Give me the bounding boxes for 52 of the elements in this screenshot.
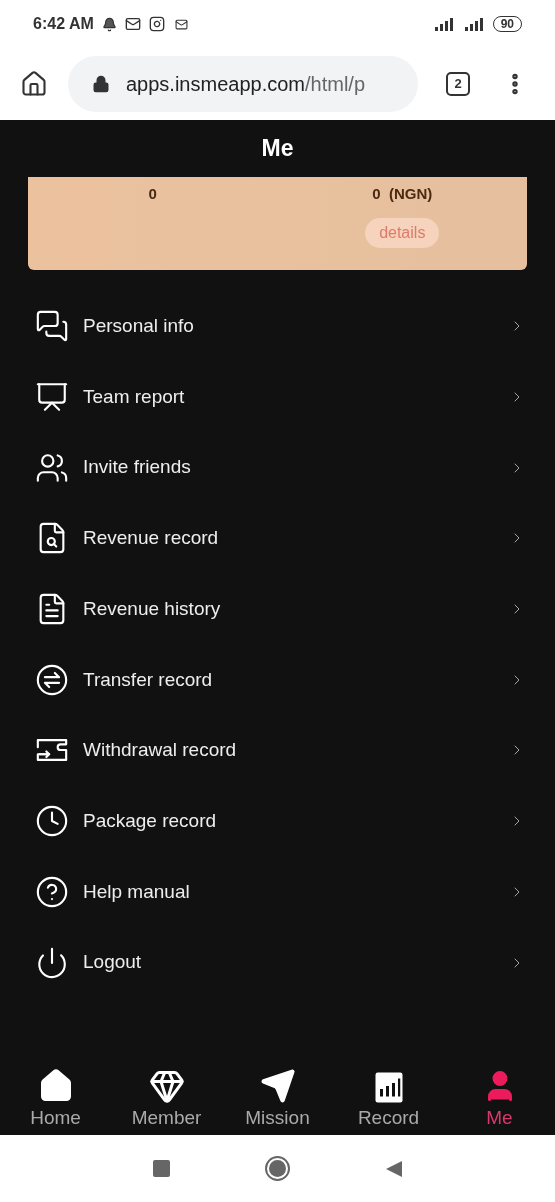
balance-value: 0 (NGN) — [372, 184, 433, 204]
menu-label: Withdrawal record — [83, 738, 238, 763]
menu-label: Transfer record — [83, 667, 214, 692]
nav-tab[interactable]: Me — [444, 1055, 555, 1132]
camera-app-icon — [148, 16, 165, 32]
menu-item[interactable]: Help manual — [0, 856, 555, 928]
paper-plane-icon — [259, 1067, 296, 1104]
nav-label: Me — [486, 1105, 513, 1130]
nav-tab[interactable]: Home — [0, 1055, 111, 1132]
nav-label: Record — [357, 1105, 420, 1130]
menu-item[interactable]: Invite friends — [0, 432, 555, 504]
clock-icon — [35, 804, 69, 839]
menu-label: Revenue history — [83, 596, 222, 621]
url-text: apps.insmeapp.com/html/p — [126, 72, 365, 97]
nav-label: Home — [30, 1105, 81, 1130]
tab-count-button[interactable]: 2 — [446, 72, 470, 96]
menu-item[interactable]: Withdrawal record — [0, 715, 555, 786]
menu-label: Logout — [83, 950, 143, 975]
mail-icon — [124, 16, 141, 32]
menu-item[interactable]: Transfer record — [0, 644, 555, 716]
power-icon — [35, 945, 69, 980]
menu-label: Team report — [83, 384, 186, 409]
nav-label: Member — [131, 1105, 202, 1130]
address-bar[interactable]: apps.insmeapp.com/html/p — [68, 56, 418, 112]
nav-label: Mission — [245, 1105, 310, 1130]
nav-tab[interactable]: Record — [333, 1055, 444, 1132]
menu-item[interactable]: Team report — [0, 361, 555, 433]
menu-item[interactable]: Revenue record — [0, 503, 555, 574]
home-icon[interactable] — [20, 70, 48, 98]
speech-bubbles-icon — [35, 309, 69, 344]
page-title: Me — [261, 134, 294, 164]
menu-item[interactable]: Revenue history — [0, 573, 555, 645]
menu-label: Help manual — [83, 879, 191, 904]
menu-label: Package record — [83, 808, 218, 833]
balance-value: 0 — [148, 184, 157, 204]
menu-label: Revenue record — [83, 526, 220, 551]
exchange-arrows-icon — [35, 662, 69, 697]
nav-tab[interactable]: Member — [111, 1055, 222, 1132]
menu-label: Personal info — [83, 314, 195, 339]
home-button[interactable] — [264, 1156, 290, 1181]
menu-item[interactable]: Personal info — [0, 291, 555, 362]
mail-icon — [174, 17, 188, 31]
recents-button[interactable] — [152, 1160, 170, 1177]
menu-label: Invite friends — [83, 455, 192, 480]
back-icon[interactable] — [384, 1159, 403, 1178]
status-time: 6:42 AM — [33, 14, 94, 34]
help-icon — [35, 874, 69, 909]
nav-tab[interactable]: Mission — [222, 1055, 333, 1132]
menu-item[interactable]: Logout — [0, 927, 555, 998]
notification-bell-icon — [101, 16, 117, 32]
menu-item[interactable]: Package record — [0, 785, 555, 857]
lock-icon — [92, 75, 110, 93]
